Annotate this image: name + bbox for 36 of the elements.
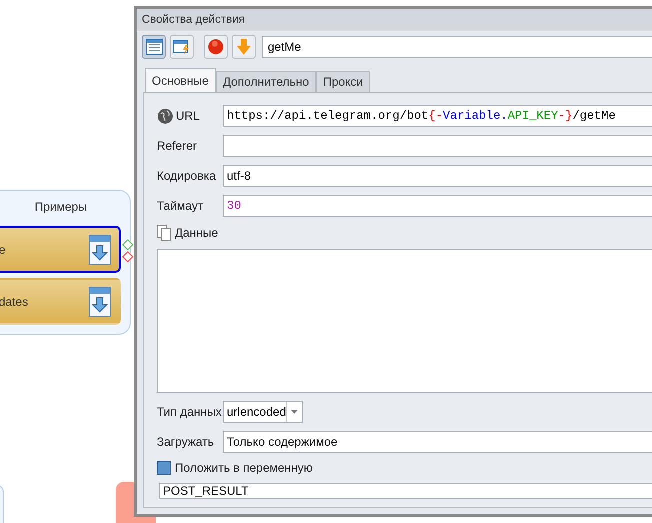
window-lightning-icon bbox=[173, 39, 191, 55]
load-label: Загружать bbox=[157, 435, 216, 449]
group-title: Примеры bbox=[34, 199, 88, 216]
referer-label: Referer bbox=[157, 139, 198, 153]
action-name-field[interactable]: getMe bbox=[262, 36, 652, 58]
download-window-icon bbox=[89, 234, 111, 264]
success-connector-icon[interactable] bbox=[122, 239, 134, 251]
caret-icon bbox=[291, 410, 298, 414]
toolbar-button[interactable] bbox=[142, 35, 166, 59]
url-field[interactable]: https://api.telegram.org/bot{-Variable.API_KEY-}/getMe bbox=[223, 105, 652, 127]
timeout-label: Таймаут bbox=[157, 199, 204, 213]
referer-field[interactable] bbox=[223, 135, 652, 157]
download-window-icon bbox=[89, 286, 111, 316]
tab[interactable]: Основные bbox=[145, 68, 216, 92]
save-label: Положить в переменную bbox=[175, 461, 313, 475]
table-icon bbox=[146, 39, 162, 55]
timeout-field[interactable]: 30 bbox=[223, 195, 652, 217]
tab[interactable]: Прокси bbox=[316, 71, 370, 92]
dialog-title: Свойства действия bbox=[137, 9, 652, 31]
encoding-label: Кодировка bbox=[157, 169, 218, 183]
toolbar-button[interactable] bbox=[170, 35, 194, 59]
data-type-label: Тип данных bbox=[157, 405, 223, 419]
load-field[interactable]: Только содержимое bbox=[223, 431, 652, 453]
url-label: URL bbox=[176, 109, 200, 123]
tab[interactable]: Дополнительно bbox=[216, 71, 316, 92]
globe-icon bbox=[157, 108, 174, 124]
stop-icon bbox=[208, 39, 224, 55]
down-arrow-icon bbox=[237, 39, 251, 55]
square-icon bbox=[157, 461, 171, 475]
toolbar-button[interactable] bbox=[204, 35, 228, 59]
document-icon bbox=[157, 225, 171, 241]
data-label: Данные bbox=[175, 226, 218, 240]
error-connector-icon[interactable] bbox=[122, 251, 134, 263]
variable-field[interactable]: POST_RESULT bbox=[159, 483, 652, 499]
data-type-dropdown[interactable]: urlencoded bbox=[223, 401, 303, 423]
encoding-field[interactable]: utf-8 bbox=[223, 165, 652, 187]
